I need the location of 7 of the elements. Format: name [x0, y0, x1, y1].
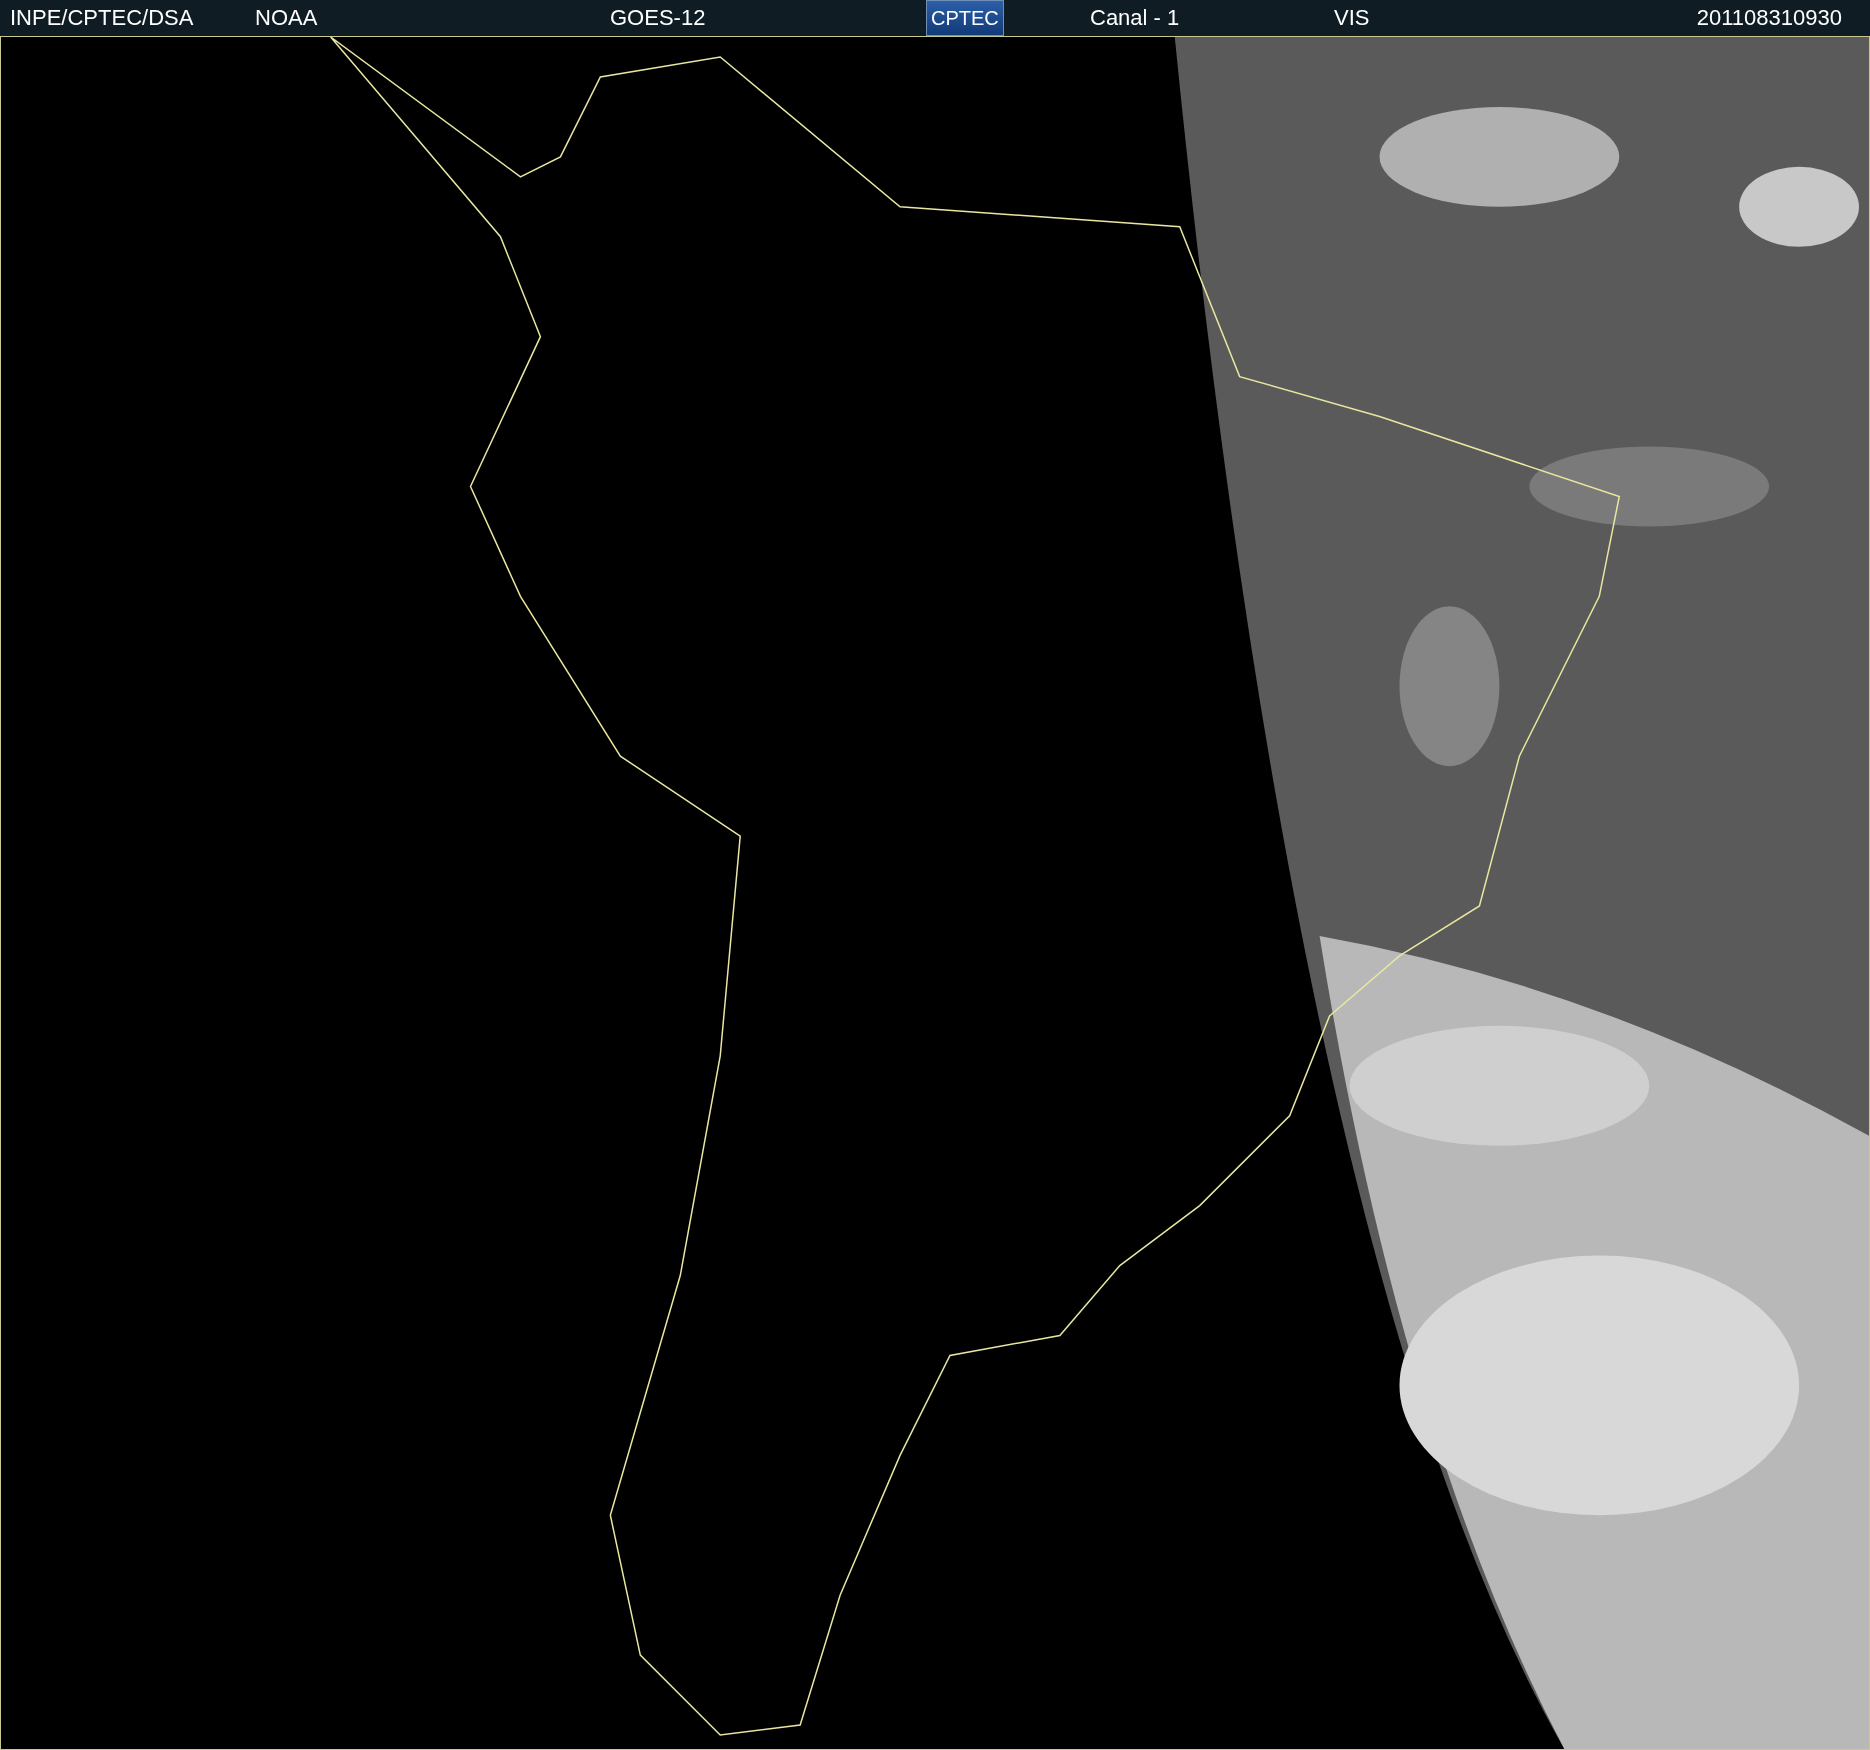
- header-label: VIS: [1334, 4, 1370, 32]
- header-label: INPE/CPTEC/DSA: [10, 4, 194, 32]
- logo: CPTEC: [926, 0, 1004, 36]
- header-label: Canal - 1: [1090, 4, 1180, 32]
- header-label: NOAA: [255, 4, 318, 32]
- header-label: GOES-12: [610, 4, 706, 32]
- header-label: 201108310930: [1696, 4, 1843, 32]
